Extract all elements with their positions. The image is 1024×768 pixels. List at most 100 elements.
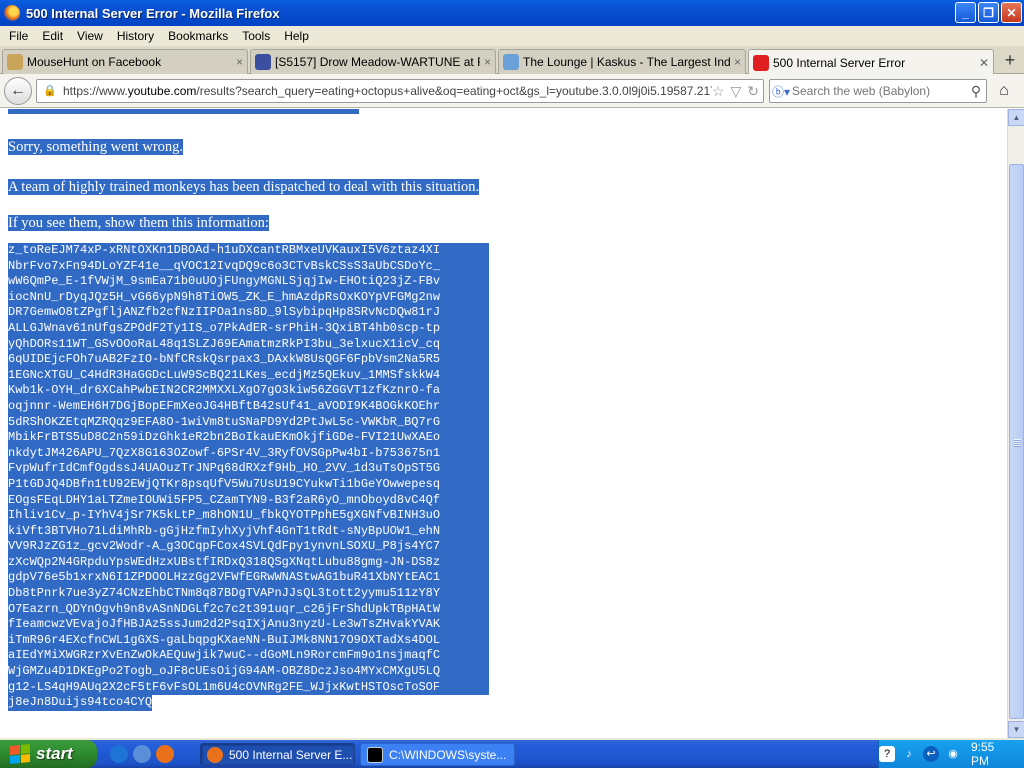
menu-file[interactable]: File <box>2 29 35 43</box>
mousehunt-icon <box>7 54 23 70</box>
error-info-label: If you see them, show them this informat… <box>8 215 269 231</box>
dropdown-icon[interactable]: ▽ <box>730 83 741 100</box>
code-line: g12-LS4qH9AUq2X2cF5tF6vFsOL1m6U4cOVNRg2F… <box>8 679 489 696</box>
menu-tools[interactable]: Tools <box>235 29 277 43</box>
back-arrow-icon[interactable]: ↩ <box>923 746 939 762</box>
menu-edit[interactable]: Edit <box>35 29 70 43</box>
firefox-logo-icon <box>4 5 20 21</box>
code-line: aIEdYMiXWGRzrXvEnZwOkAEQuwjik7wuC--dGoML… <box>8 648 489 665</box>
window-title: 500 Internal Server Error - Mozilla Fire… <box>26 5 280 21</box>
code-line: z_toReEJM74xP-xRNtOXKn1DBOAd-h1uDXcantRB… <box>8 243 489 259</box>
code-line: nkdytJM426APU_7QzX8G163OZowf-6PSr4V_3Ryf… <box>8 445 489 462</box>
tab-label: MouseHunt on Facebook <box>27 55 162 69</box>
tab-close-icon[interactable]: × <box>734 55 741 69</box>
firefox-icon[interactable] <box>156 745 174 763</box>
tab-wartune[interactable]: [S5157] Drow Meadow-WARTUNE at R2G... × <box>250 49 496 74</box>
error-code-block: z_toReEJM74xP-xRNtOXKn1DBOAd-h1uDXcantRB… <box>8 243 489 716</box>
scroll-down-icon[interactable]: ▼ <box>1008 721 1024 738</box>
menu-help[interactable]: Help <box>277 29 316 43</box>
tab-label: 500 Internal Server Error <box>773 55 906 70</box>
code-line: ALLGJWnav61nUfgsZPOdF2Ty1IS_o7PkAdER-srP… <box>8 320 489 337</box>
clock: 9:55 PM <box>971 740 995 768</box>
tab-kaskus[interactable]: The Lounge | Kaskus - The Largest Indon.… <box>498 49 746 74</box>
firefox-icon <box>207 746 223 763</box>
tab-label: The Lounge | Kaskus - The Largest Indon.… <box>523 55 730 69</box>
search-input[interactable] <box>792 84 966 98</box>
browser-icon[interactable] <box>133 745 151 763</box>
navigation-bar: ← 🔒 https://www.youtube.com/results?sear… <box>0 74 1024 108</box>
page-content: Sorry, something went wrong. A team of h… <box>0 109 1007 738</box>
code-line: j8eJn8Duijs94tco4CYQ <box>8 695 153 711</box>
tab-error[interactable]: 500 Internal Server Error ✕ <box>748 49 994 75</box>
code-line: MbikFrBTS5uD8C2n59iDzGhk1eR2bn2BoIkauEKm… <box>8 430 489 446</box>
youtube-icon <box>753 54 769 71</box>
code-line: FvpWufrIdCmfOgdssJ4UAOuzTrJNPq68dRXzf9Hb… <box>8 461 489 477</box>
code-line: 5dRShOKZEtqMZRQqz9EFA8O-1wiVm8tuSNaPD9Yd… <box>8 414 489 431</box>
selection-strip <box>8 109 359 114</box>
code-line: Ihliv1Cv_p-IYhV4jSr7K5kLtP_m8hON1U_fbkQY… <box>8 508 489 524</box>
tab-label: [S5157] Drow Meadow-WARTUNE at R2G... <box>275 55 480 69</box>
menu-history[interactable]: History <box>110 29 161 43</box>
lock-icon: 🔒 <box>43 85 57 97</box>
vertical-scrollbar[interactable]: ▲ ▼ <box>1007 109 1024 738</box>
code-line: fIeamcwzVEvajoJfHBJAz5ssJum2d2PsqIXjAnu3… <box>8 617 489 633</box>
code-line: P1tGDJQ4DBfn1tU92EWjQTKr8psqUfV5Wu7UsU19… <box>8 476 489 493</box>
url-bar[interactable]: 🔒 https://www.youtube.com/results?search… <box>36 79 764 103</box>
close-button[interactable]: ✕ <box>1001 2 1022 23</box>
network-icon[interactable]: ◉ <box>945 746 961 762</box>
maximize-button[interactable]: ❐ <box>978 2 999 23</box>
console-icon <box>367 746 383 763</box>
code-line: iocNnU_rDyqJQz5H_vG66ypN9h8TiOW5_ZK_E_hm… <box>8 289 489 306</box>
wartune-icon <box>255 54 271 70</box>
scroll-up-icon[interactable]: ▲ <box>1008 109 1024 126</box>
code-line: gdpV76e5b1xrxN6I1ZPDOOLHzzGg2VFWfEGRwWNA… <box>8 570 489 587</box>
code-line: zXcWQp2N4GRpduYpsWEdHzxUBstfIRDxQ318QSgX… <box>8 554 489 571</box>
new-tab-button[interactable]: + <box>1000 51 1020 71</box>
code-line: kiVft3BTVHo71LdiMhRb-gGjHzfmIyhXyjVhf4Gn… <box>8 523 489 540</box>
back-button[interactable]: ← <box>4 77 32 105</box>
url-text[interactable]: https://www.youtube.com/results?search_q… <box>63 84 712 98</box>
code-line: Kwb1k-OYH_dr6XCahPwbEIN2CR2MMXXLXgO7gO3k… <box>8 383 489 399</box>
code-line: NbrFvo7xFn94DLoYZF41e__qVOC12IvqDQ9c6o3C… <box>8 258 489 275</box>
window-controls: _ ❐ ✕ <box>955 2 1022 23</box>
menu-bookmarks[interactable]: Bookmarks <box>161 29 235 43</box>
system-tray: ? ♪ ↩ ◉ 9:55 PM <box>878 740 1024 768</box>
tab-bar: MouseHunt on Facebook × [S5157] Drow Mea… <box>0 46 1024 75</box>
code-line: yQhDORs11WT_GSvOOoRaL48q1SLZJ69EAmatmzRk… <box>8 336 489 353</box>
taskbar: start 500 Internal Server E... C:\WINDOW… <box>0 740 1024 768</box>
taskbar-item-cmd[interactable]: C:\WINDOWS\syste... <box>360 743 515 766</box>
home-icon[interactable]: ⌂ <box>994 82 1014 102</box>
code-line: VV9RJzZG1z_gcv2Wodr-A_g3OCqpFCox4SVLQdFp… <box>8 539 489 555</box>
taskbar-item-firefox[interactable]: 500 Internal Server E... <box>200 743 355 766</box>
start-button[interactable]: start <box>0 740 97 768</box>
search-bar[interactable]: ⓑ▾ ⚲ <box>769 79 987 103</box>
code-line: 6qUIDEjcFOh7uAB2FzIO-bNfCRskQsrpax3_DAxk… <box>8 352 489 368</box>
tab-close-icon[interactable]: ✕ <box>979 56 989 70</box>
tab-close-icon[interactable]: × <box>236 55 243 69</box>
code-line: 1EGNcXTGU_C4HdR3HaGGDcLuW9ScBQ21LKes_ecd… <box>8 367 489 384</box>
tab-mousehunt[interactable]: MouseHunt on Facebook × <box>2 49 248 74</box>
code-line: DR7GemwO8tZPgfljANZfb2cfNzIIPOa1ns8D_9lS… <box>8 305 489 321</box>
code-line: iTmR96r4EXcfnCWL1gGXS-gaLbqpgKXaeNN-BuIJ… <box>8 632 489 649</box>
error-monkeys-text: A team of highly trained monkeys has bee… <box>8 179 480 195</box>
scroll-thumb[interactable] <box>1009 164 1024 719</box>
bookmark-star-icon[interactable]: ☆ <box>712 83 725 100</box>
windows-logo-icon <box>10 743 30 765</box>
error-heading: Sorry, something went wrong. <box>8 139 184 155</box>
menu-view[interactable]: View <box>70 29 110 43</box>
code-line: Db8tPnrk7ue3yZ74CNzEhbCTNm8q87BDgTVAPnJJ… <box>8 586 489 602</box>
title-bar: 500 Internal Server Error - Mozilla Fire… <box>0 0 1024 26</box>
menu-bar: File Edit View History Bookmarks Tools H… <box>0 26 1024 46</box>
volume-icon[interactable]: ♪ <box>901 746 917 762</box>
tab-close-icon[interactable]: × <box>484 55 491 69</box>
code-line: oqjnnr-WemEH6H7DGjBopEFmXeoJG4HBftB42sUf… <box>8 398 489 415</box>
code-line: O7Eazrn_QDYnOgvh9n8vASnNDGLf2c7c2t391uqr… <box>8 601 489 618</box>
code-line: wW6QmPe_E-1fVWjM_9smEa71b0uUOjFUngyMGNLS… <box>8 274 489 290</box>
babylon-icon[interactable]: ⓑ▾ <box>770 83 792 100</box>
minimize-button[interactable]: _ <box>955 2 976 23</box>
search-icon[interactable]: ⚲ <box>966 83 986 100</box>
help-icon[interactable]: ? <box>879 746 895 762</box>
reload-icon[interactable]: ↻ <box>747 83 759 100</box>
ie-icon[interactable] <box>110 745 128 763</box>
kaskus-icon <box>503 54 519 70</box>
